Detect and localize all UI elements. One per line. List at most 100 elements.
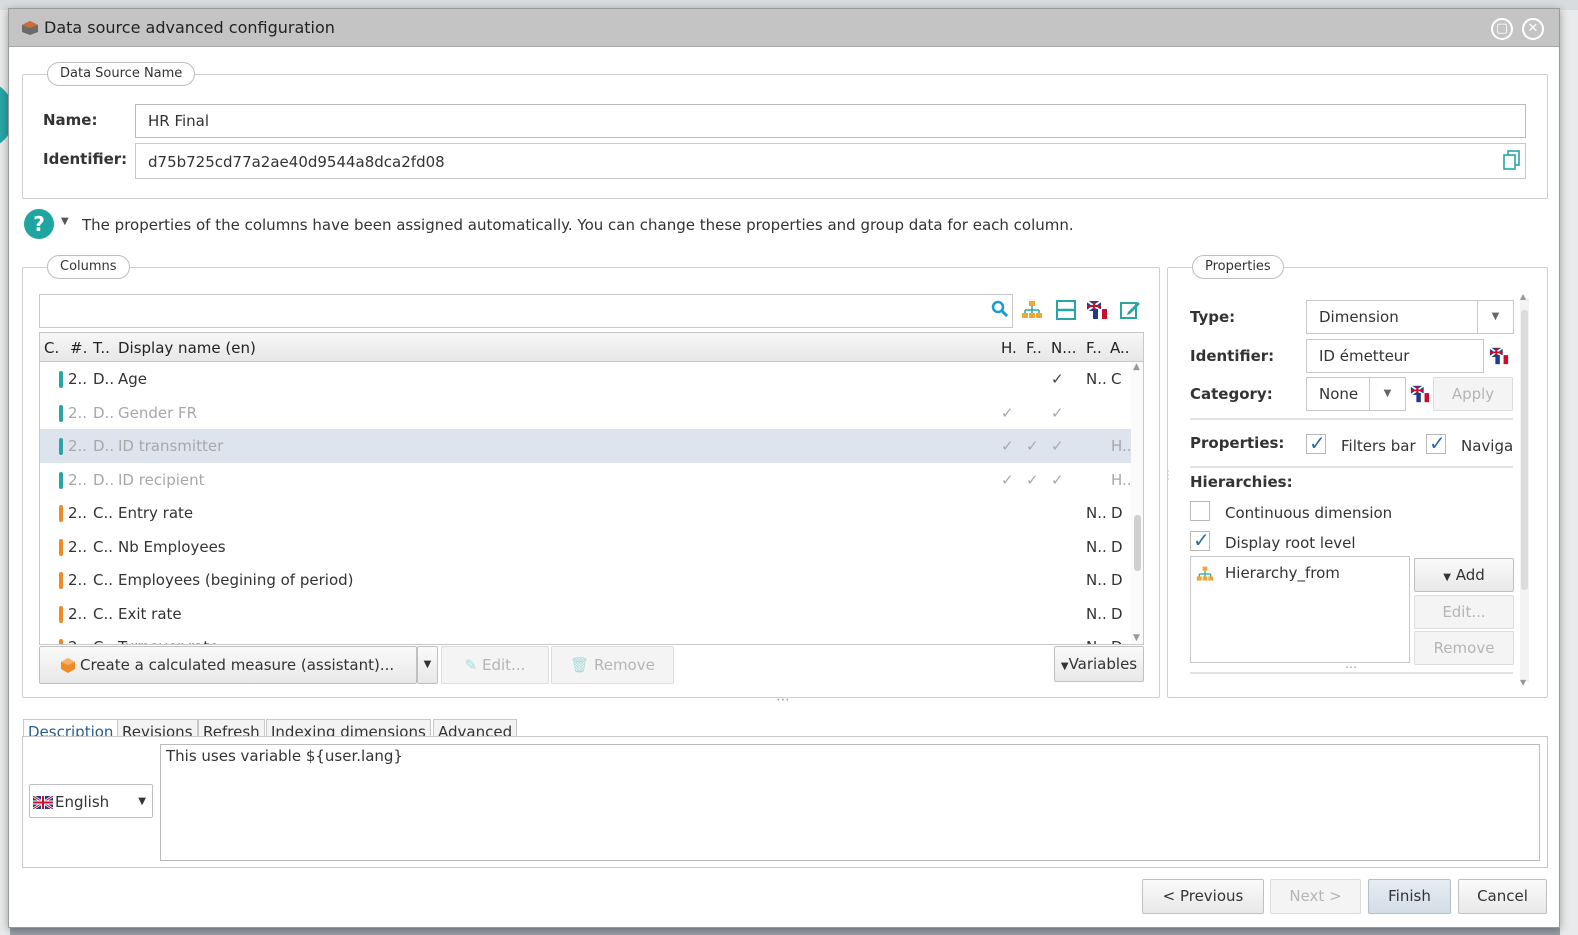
- type-select[interactable]: Dimension ▼: [1306, 300, 1514, 334]
- table-row[interactable]: 2.. D.. Gender FR ✓ ✓: [40, 396, 1133, 430]
- header-a[interactable]: A..: [1110, 339, 1130, 357]
- scroll-down-icon[interactable]: ▼: [1520, 678, 1526, 687]
- translation-icon[interactable]: [1086, 299, 1108, 321]
- scroll-up-icon[interactable]: ▲: [1133, 362, 1140, 372]
- create-calculated-measure-button[interactable]: Create a calculated measure (assistant).…: [39, 646, 417, 684]
- edit-column-button[interactable]: ✎ Edit...: [441, 646, 549, 684]
- category-translation-icon[interactable]: [1410, 384, 1430, 404]
- column-type-indicator: [59, 605, 63, 623]
- properties-group: Properties Type: Dimension ▼ Identifier:…: [1167, 255, 1548, 698]
- edit-properties-icon[interactable]: [1119, 299, 1141, 321]
- finish-button[interactable]: Finish: [1368, 879, 1451, 914]
- apply-category-button[interactable]: Apply: [1433, 377, 1513, 411]
- table-row[interactable]: 2.. C.. Exit rate N.. D: [40, 597, 1133, 631]
- table-row[interactable]: 2.. C.. Nb Employees N.. D: [40, 530, 1133, 564]
- navigation-checkbox[interactable]: ✓: [1426, 431, 1446, 455]
- create-measure-dropdown[interactable]: ▼: [417, 646, 438, 684]
- header-display-name[interactable]: Display name (en): [118, 339, 256, 357]
- identifier-translation-icon[interactable]: [1489, 346, 1509, 366]
- properties-legend: Properties: [1192, 255, 1284, 279]
- row-f2: N..: [1086, 537, 1107, 556]
- edit-hierarchy-button[interactable]: Edit...: [1414, 595, 1514, 629]
- chevron-down-icon[interactable]: ▼: [1369, 378, 1405, 410]
- row-h: ✓: [1001, 403, 1014, 422]
- check-icon: ✓: [1193, 528, 1210, 552]
- header-num[interactable]: #.: [70, 339, 87, 357]
- property-identifier-input[interactable]: ID émetteur: [1306, 339, 1484, 373]
- table-row[interactable]: 2.. C.. Entry rate N.. D: [40, 496, 1133, 530]
- properties-scrollbar[interactable]: ▲ ▼: [1520, 292, 1529, 687]
- add-hierarchy-button[interactable]: ▼ Add: [1414, 558, 1514, 592]
- row-h: ✓: [1001, 437, 1014, 455]
- expand-info-icon[interactable]: ▼: [61, 216, 69, 227]
- identifier-input[interactable]: d75b725cd77a2ae40d9544a8dca2fd08: [135, 143, 1526, 179]
- hierarchy-icon[interactable]: [1021, 299, 1043, 321]
- check-icon: ✓: [1309, 431, 1326, 455]
- header-f[interactable]: F..: [1026, 339, 1042, 357]
- previous-button[interactable]: < Previous: [1142, 879, 1264, 914]
- maximize-button[interactable]: ▢: [1491, 18, 1513, 40]
- dialog-title: Data source advanced configuration: [44, 18, 335, 37]
- variables-caret-icon: ▼: [1060, 661, 1069, 672]
- description-textarea[interactable]: This uses variable ${user.lang}: [160, 744, 1540, 861]
- display-root-level-checkbox[interactable]: ✓: [1190, 528, 1210, 552]
- remove-hierarchy-button[interactable]: Remove: [1414, 631, 1514, 665]
- category-label: Category:: [1190, 385, 1273, 403]
- row-type: C..: [93, 638, 113, 644]
- row-a: D: [1111, 638, 1123, 644]
- hierarchy-list-item[interactable]: Hierarchy_from: [1191, 561, 1409, 587]
- header-n[interactable]: N...: [1051, 339, 1077, 357]
- next-button[interactable]: Next >: [1270, 879, 1361, 914]
- variables-button[interactable]: ▼Variables: [1054, 646, 1144, 682]
- create-measure-label: Create a calculated measure (assistant).…: [80, 656, 395, 674]
- table-row[interactable]: 2.. D.. ID recipient ✓ ✓ ✓ H..: [40, 463, 1133, 497]
- edit-icon: ✎: [464, 656, 478, 674]
- header-c[interactable]: C.: [44, 339, 59, 357]
- copy-icon[interactable]: [1503, 150, 1521, 170]
- row-display-name: Gender FR: [118, 403, 198, 422]
- datasource-legend: Data Source Name: [47, 62, 196, 86]
- name-input[interactable]: HR Final: [135, 104, 1526, 138]
- horizontal-splitter[interactable]: ⋯: [776, 692, 790, 708]
- cancel-button[interactable]: Cancel: [1458, 879, 1547, 914]
- search-icon[interactable]: [991, 300, 1009, 318]
- header-h[interactable]: H.: [1001, 339, 1017, 357]
- close-button[interactable]: ✕: [1522, 18, 1544, 40]
- language-select[interactable]: English ▼: [29, 784, 153, 818]
- table-row[interactable]: 2.. D.. Age ✓ N.. C: [40, 362, 1133, 396]
- scroll-up-icon[interactable]: ▲: [1520, 292, 1526, 301]
- table-row[interactable]: 2.. C.. Employees (begining of period) N.. D: [40, 563, 1133, 597]
- row-f2: N..: [1086, 571, 1107, 589]
- header-f2[interactable]: F..: [1086, 339, 1102, 357]
- columns-scrollbar[interactable]: ▲ ▼: [1131, 362, 1143, 644]
- table-row[interactable]: 2.. D.. ID transmitter ✓ ✓ ✓ H..: [40, 429, 1133, 463]
- header-type[interactable]: T..: [93, 339, 110, 357]
- chevron-down-icon: ▼: [423, 659, 432, 670]
- row-type: D..: [93, 370, 115, 388]
- row-type: C..: [93, 604, 114, 623]
- scroll-down-icon[interactable]: ▼: [1133, 633, 1140, 643]
- table-row[interactable]: 2.. C.. Turnover rate N.. D: [40, 630, 1133, 644]
- filters-bar-checkbox[interactable]: ✓: [1306, 431, 1326, 455]
- columns-search-input[interactable]: [39, 294, 1013, 328]
- collapse-icon[interactable]: [1055, 299, 1077, 321]
- row-num: 2..: [68, 604, 88, 623]
- help-icon[interactable]: ?: [23, 208, 55, 240]
- properties-bottom-separator: [1190, 672, 1513, 674]
- columns-group: Columns C. #. T.. Display name (en) H. F…: [22, 255, 1160, 698]
- remove-column-button[interactable]: 🗑 Remove: [551, 646, 674, 684]
- hierarchy-list: Hierarchy_from: [1190, 556, 1410, 663]
- property-identifier-label: Identifier:: [1190, 347, 1275, 365]
- row-a: D: [1111, 537, 1123, 556]
- category-value: None: [1319, 385, 1359, 403]
- chevron-down-icon[interactable]: ▼: [1477, 301, 1513, 333]
- type-value: Dimension: [1319, 308, 1399, 326]
- row-n: ✓: [1051, 370, 1064, 388]
- navigation-label: Naviga: [1461, 437, 1513, 455]
- properties-scroll-thumb[interactable]: [1521, 310, 1528, 590]
- row-display-name: Entry rate: [118, 504, 194, 522]
- dialog-titlebar[interactable]: Data source advanced configuration ▢ ✕: [9, 9, 1559, 47]
- continuous-dimension-checkbox[interactable]: [1190, 501, 1210, 521]
- category-select[interactable]: None ▼: [1306, 377, 1406, 411]
- scroll-thumb[interactable]: [1134, 515, 1141, 571]
